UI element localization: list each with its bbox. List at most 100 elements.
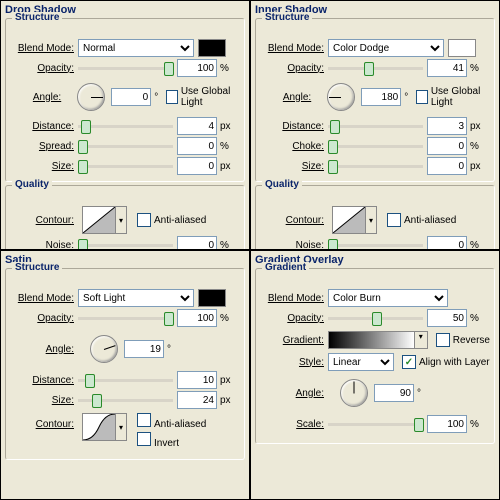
size-input[interactable]	[177, 391, 217, 409]
noise-input[interactable]	[177, 236, 217, 250]
noise-label: Noise:	[260, 240, 324, 251]
blend-mode-select[interactable]: Color Dodge	[328, 39, 444, 57]
angle-label: Angle:	[10, 344, 74, 355]
invert-checkbox[interactable]	[137, 432, 151, 446]
noise-slider[interactable]	[328, 238, 423, 250]
size-input[interactable]	[177, 157, 217, 175]
distance-input[interactable]	[427, 117, 467, 135]
anti-aliased-label: Anti-aliased	[154, 419, 206, 430]
blend-mode-label: Blend Mode:	[260, 43, 324, 54]
blend-mode-label: Blend Mode:	[10, 293, 74, 304]
scale-input[interactable]	[427, 415, 467, 433]
opacity-label: Opacity:	[260, 313, 324, 324]
chevron-down-icon[interactable]: ▾	[116, 206, 127, 234]
panel-satin: Satin Structure Blend Mode: Soft Light O…	[0, 250, 250, 500]
reverse-checkbox[interactable]	[436, 333, 450, 347]
distance-slider[interactable]	[328, 119, 423, 133]
use-global-checkbox[interactable]	[166, 90, 178, 104]
size-slider[interactable]	[78, 159, 173, 173]
scale-slider[interactable]	[328, 417, 423, 431]
opacity-slider[interactable]	[78, 311, 173, 325]
contour-label: Contour:	[260, 215, 324, 226]
section-label: Structure	[12, 262, 62, 273]
contour-picker[interactable]	[82, 206, 116, 234]
color-swatch[interactable]	[198, 289, 226, 307]
opacity-slider[interactable]	[328, 61, 423, 75]
choke-input[interactable]	[427, 137, 467, 155]
distance-input[interactable]	[177, 117, 217, 135]
distance-label: Distance:	[260, 121, 324, 132]
spread-input[interactable]	[177, 137, 217, 155]
invert-label: Invert	[154, 438, 179, 449]
chevron-down-icon[interactable]: ▾	[116, 413, 127, 441]
anti-aliased-label: Anti-aliased	[154, 215, 206, 226]
structure: Structure Blend Mode: Soft Light Opacity…	[5, 268, 245, 460]
blend-mode-select[interactable]: Normal	[78, 39, 194, 57]
opacity-input[interactable]	[177, 309, 217, 327]
gradient-section: Gradient Blend Mode: Color Burn Opacity:…	[255, 268, 495, 444]
gradient-picker[interactable]: ▾	[328, 331, 428, 349]
quality: Quality Contour: ▾ Anti-aliased Noise: %	[255, 185, 495, 250]
structure: Structure Blend Mode: Color Dodge Opacit…	[255, 18, 495, 182]
style-select[interactable]: Linear	[328, 353, 394, 371]
blend-mode-select[interactable]: Soft Light	[78, 289, 194, 307]
structure: Structure Blend Mode: Normal Opacity: % …	[5, 18, 245, 182]
distance-input[interactable]	[177, 371, 217, 389]
use-global-label: Use Global Light	[181, 86, 240, 108]
color-swatch[interactable]	[448, 39, 476, 57]
noise-input[interactable]	[427, 236, 467, 250]
opacity-slider[interactable]	[328, 311, 423, 325]
anti-aliased-checkbox[interactable]	[137, 213, 151, 227]
contour-picker[interactable]	[82, 413, 116, 441]
opacity-input[interactable]	[427, 59, 467, 77]
anti-aliased-label: Anti-aliased	[404, 215, 456, 226]
chevron-down-icon[interactable]: ▾	[366, 206, 377, 234]
blend-mode-label: Blend Mode:	[10, 43, 74, 54]
angle-input[interactable]	[124, 340, 164, 358]
use-global-checkbox[interactable]	[416, 90, 428, 104]
contour-picker[interactable]	[332, 206, 366, 234]
align-label: Align with Layer	[419, 357, 490, 368]
reverse-label: Reverse	[453, 335, 490, 346]
color-swatch[interactable]	[198, 39, 226, 57]
panel-gradient-overlay: Gradient Overlay Gradient Blend Mode: Co…	[250, 250, 500, 500]
anti-aliased-checkbox[interactable]	[387, 213, 401, 227]
panel-inner-shadow: Inner Shadow Structure Blend Mode: Color…	[250, 0, 500, 250]
size-label: Size:	[10, 161, 74, 172]
section-label: Quality	[12, 179, 52, 190]
gradient-label: Gradient:	[260, 335, 324, 346]
opacity-label: Opacity:	[10, 313, 74, 324]
choke-label: Choke:	[260, 141, 324, 152]
spread-slider[interactable]	[78, 139, 173, 153]
style-label: Style:	[260, 357, 324, 368]
choke-slider[interactable]	[328, 139, 423, 153]
distance-slider[interactable]	[78, 373, 173, 387]
angle-dial[interactable]: .dial::after{transform:rotate(var(--r))}	[77, 83, 105, 111]
noise-label: Noise:	[10, 240, 74, 251]
angle-input[interactable]	[361, 88, 401, 106]
section-label: Gradient	[262, 262, 309, 273]
distance-slider[interactable]	[78, 119, 173, 133]
opacity-input[interactable]	[427, 309, 467, 327]
noise-slider[interactable]	[78, 238, 173, 250]
size-slider[interactable]	[78, 393, 173, 407]
size-label: Size:	[10, 395, 74, 406]
anti-aliased-checkbox[interactable]	[137, 413, 151, 427]
opacity-slider[interactable]	[78, 61, 173, 75]
angle-input[interactable]	[111, 88, 151, 106]
opacity-label: Opacity:	[260, 63, 324, 74]
angle-dial[interactable]	[327, 83, 355, 111]
angle-label: Angle:	[10, 92, 61, 103]
size-slider[interactable]	[328, 159, 423, 173]
align-checkbox[interactable]: ✓	[402, 355, 416, 369]
quality: Quality Contour: ▾ Anti-aliased Noise: %	[5, 185, 245, 250]
angle-input[interactable]	[374, 384, 414, 402]
size-input[interactable]	[427, 157, 467, 175]
blend-mode-select[interactable]: Color Burn	[328, 289, 448, 307]
spread-label: Spread:	[10, 141, 74, 152]
opacity-input[interactable]	[177, 59, 217, 77]
angle-dial[interactable]	[340, 379, 368, 407]
angle-label: Angle:	[260, 92, 311, 103]
angle-dial[interactable]	[90, 335, 118, 363]
angle-label: Angle:	[260, 388, 324, 399]
